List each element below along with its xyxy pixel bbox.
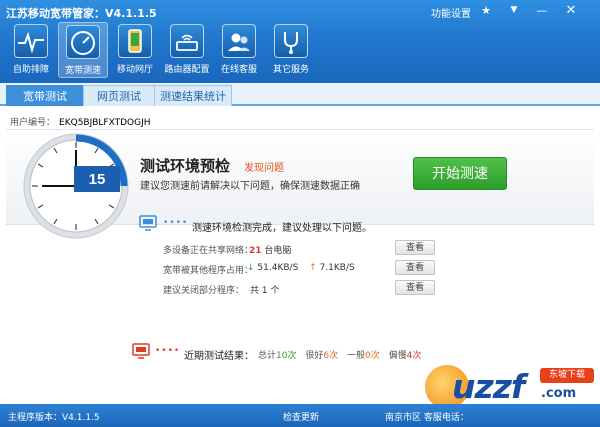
skin-icon[interactable]: ★ — [478, 2, 494, 18]
total-count: 10次 — [276, 351, 297, 361]
good-label: 很好 — [305, 351, 324, 361]
env-dots: •••• — [163, 218, 189, 228]
shared-device-unit: 台电脑 — [264, 246, 292, 256]
env-status-text: 测速环境检测完成，建议处理以下问题。 — [192, 223, 372, 234]
user-id-label: 用户编号： — [10, 118, 56, 128]
speed-gauge: 15 — [23, 133, 129, 239]
tab-bar: 宽带测试 网页测试 测速结果统计 — [0, 83, 600, 106]
bandwidth-usage-label: 宽带被其他程序占用： — [163, 266, 254, 276]
gauge-value: 15 — [89, 171, 106, 188]
program-prefix: 共 — [250, 286, 260, 296]
tab-web-test[interactable]: 网页测试 — [83, 85, 155, 106]
recent-results-stats: 总计10次 很好6次 一般0次 偏慢4次 — [258, 348, 421, 361]
phone-icon — [118, 24, 152, 58]
nav-label: 其它服务 — [272, 65, 309, 75]
found-issue-link[interactable]: 发现问题 — [244, 159, 284, 174]
headset-icon — [222, 24, 256, 58]
download-arrow-icon: ↓ — [247, 263, 255, 273]
view-shared-button[interactable]: 查看 — [395, 240, 435, 255]
monitor-icon — [139, 215, 157, 231]
window-title: 江苏移动宽带管家：V4.1.1.5 — [6, 7, 157, 20]
view-bandwidth-button[interactable]: 查看 — [395, 260, 435, 275]
nav-mobile-hall[interactable]: 移动网厅 — [110, 22, 160, 78]
precheck-title: 测试环境预检 — [140, 157, 231, 175]
speedometer-icon — [66, 25, 100, 59]
heartbeat-icon — [14, 24, 48, 58]
nav-other-services[interactable]: 其它服务 — [266, 22, 316, 78]
nav-label: 自助排障 — [12, 65, 49, 75]
menu-icon[interactable]: ▼ — [506, 2, 522, 18]
router-icon — [170, 24, 204, 58]
bandwidth-usage-value: ↓ 51.4KB/S ↑ 7.1KB/S — [247, 263, 355, 273]
slow-count: 4次 — [406, 351, 422, 361]
slow-label: 偏慢 — [388, 351, 407, 361]
normal-count: 0次 — [364, 351, 380, 361]
nav-self-diagnose[interactable]: 自助排障 — [6, 22, 56, 78]
upload-arrow-icon: ↑ — [309, 263, 317, 273]
program-unit: 个 — [270, 286, 280, 296]
user-id-row: 用户编号： EKQ5BJBLFXTDOGJH — [10, 115, 151, 128]
program-count: 1 — [261, 286, 268, 296]
function-settings-link[interactable]: 功能设置 — [431, 5, 471, 20]
version-text: 主程序版本：V4.1.1.5 — [8, 413, 100, 423]
nav-online-service[interactable]: 在线客服 — [214, 22, 264, 78]
check-update-link[interactable]: 检查更新 — [283, 410, 319, 423]
recent-results-title: 近期测试结果： — [184, 351, 254, 362]
download-speed: 51.4KB/S — [257, 263, 299, 273]
start-test-button[interactable]: 开始测速 — [413, 157, 507, 190]
total-label: 总计 — [258, 351, 277, 361]
shared-network-value: 21 台电脑 — [249, 243, 291, 256]
user-id-value: EKQ5BJBLFXTDOGJH — [59, 118, 151, 128]
good-count: 6次 — [323, 351, 339, 361]
shared-network-label: 多设备正在共享网络： — [163, 246, 254, 256]
minimize-icon[interactable]: — — [534, 2, 550, 18]
title-bar: 江苏移动宽带管家：V4.1.1.5 功能设置 ★ ▼ — ✕ 自助排障 宽带测速… — [0, 0, 600, 83]
status-bar: 主程序版本：V4.1.1.5 检查更新 南京市区 客服电话： — [0, 404, 600, 427]
app-window: 江苏移动宽带管家：V4.1.1.5 功能设置 ★ ▼ — ✕ 自助排障 宽带测速… — [0, 0, 600, 427]
precheck-tip: 建议您测速前请解决以下问题，确保测速数据正确 — [140, 181, 360, 192]
nav-router-config[interactable]: 路由器配置 — [162, 22, 212, 78]
close-icon[interactable]: ✕ — [563, 2, 579, 18]
result-dots: •••• — [155, 346, 181, 356]
upload-speed: 7.1KB/S — [319, 263, 355, 273]
watermark-badge: 东坡下载 — [540, 368, 594, 383]
tab-result-stats[interactable]: 测速结果统计 — [154, 85, 232, 106]
view-programs-button[interactable]: 查看 — [395, 280, 435, 295]
region-text: 南京市区 客服电话： — [385, 413, 469, 423]
nav-label: 移动网厅 — [116, 65, 153, 75]
nav-label: 在线客服 — [220, 65, 257, 75]
close-programs-value: 共 1 个 — [250, 283, 280, 296]
nav-label: 路由器配置 — [164, 65, 210, 75]
shared-device-count: 21 — [249, 246, 262, 256]
watermark-domain: .com — [541, 386, 577, 401]
watermark-text: uzzf — [452, 367, 525, 406]
normal-label: 一般 — [346, 351, 365, 361]
result-monitor-icon — [132, 343, 150, 359]
stethoscope-icon — [274, 24, 308, 58]
close-programs-label: 建议关闭部分程序： — [163, 286, 245, 296]
tab-broadband-test[interactable]: 宽带测试 — [6, 85, 84, 106]
nav-label: 宽带测速 — [64, 66, 101, 76]
nav-speed-test[interactable]: 宽带测速 — [58, 22, 108, 78]
